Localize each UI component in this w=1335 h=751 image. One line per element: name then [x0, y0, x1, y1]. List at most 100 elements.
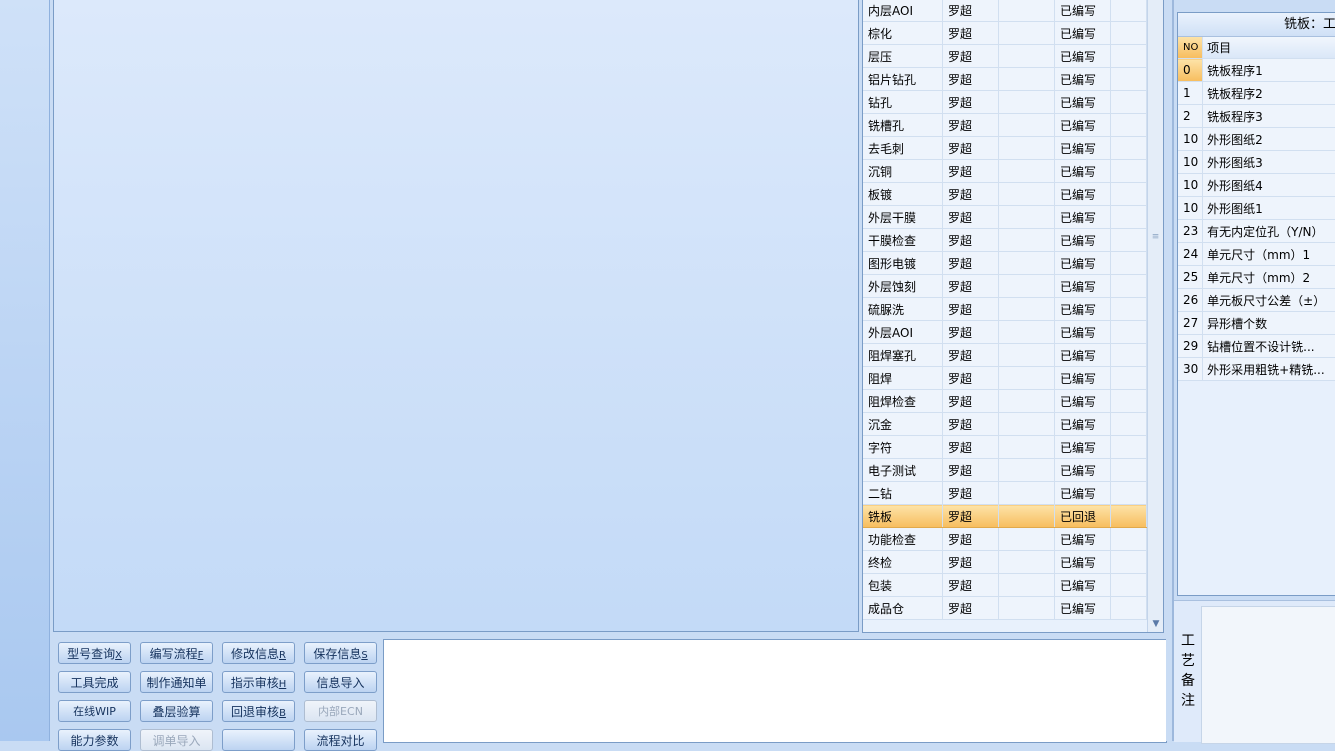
- process-step-cell[interactable]: 沉铜: [863, 159, 943, 183]
- capacity-param-button[interactable]: 能力参数: [58, 729, 131, 751]
- process-row[interactable]: 沉铜 罗超 已编写: [863, 159, 1147, 183]
- process-blank-cell[interactable]: [998, 44, 1055, 68]
- process-status-cell[interactable]: 已编写: [1054, 527, 1111, 551]
- process-blank-cell[interactable]: [998, 550, 1055, 574]
- mill-item-cell[interactable]: 钻槽位置不设计铣...: [1202, 334, 1335, 358]
- process-extra-cell[interactable]: [1110, 343, 1147, 367]
- process-row[interactable]: 干膜检查 罗超 已编写: [863, 228, 1147, 252]
- process-step-cell[interactable]: 图形电镀: [863, 251, 943, 275]
- process-row[interactable]: 外层AOI 罗超 已编写: [863, 320, 1147, 344]
- process-step-cell[interactable]: 阻焊: [863, 366, 943, 390]
- mill-row[interactable]: 26 单元板尺寸公差（±）: [1178, 288, 1335, 312]
- process-person-cell[interactable]: 罗超: [942, 573, 999, 597]
- process-extra-cell[interactable]: [1110, 527, 1147, 551]
- mill-item-cell[interactable]: 单元板尺寸公差（±）: [1202, 288, 1335, 312]
- edit-flow-button[interactable]: 编写流程F: [140, 642, 213, 664]
- process-row[interactable]: 板镀 罗超 已编写: [863, 182, 1147, 206]
- process-person-cell[interactable]: 罗超: [942, 113, 999, 137]
- process-step-cell[interactable]: 板镀: [863, 182, 943, 206]
- process-step-cell[interactable]: 去毛刺: [863, 136, 943, 160]
- process-extra-cell[interactable]: [1110, 159, 1147, 183]
- process-extra-cell[interactable]: [1110, 205, 1147, 229]
- process-blank-cell[interactable]: [998, 435, 1055, 459]
- process-person-cell[interactable]: 罗超: [942, 67, 999, 91]
- mill-no-cell[interactable]: 0: [1178, 58, 1204, 82]
- process-extra-cell[interactable]: [1110, 366, 1147, 390]
- process-person-cell[interactable]: 罗超: [942, 0, 999, 22]
- process-status-cell[interactable]: 已编写: [1054, 320, 1111, 344]
- mill-item-cell[interactable]: 单元尺寸（mm）2: [1202, 265, 1335, 289]
- process-person-cell[interactable]: 罗超: [942, 44, 999, 68]
- process-person-cell[interactable]: 罗超: [942, 21, 999, 45]
- process-blank-cell[interactable]: [998, 596, 1055, 620]
- process-extra-cell[interactable]: [1110, 274, 1147, 298]
- process-blank-cell[interactable]: [998, 159, 1055, 183]
- process-person-cell[interactable]: 罗超: [942, 251, 999, 275]
- mill-item-cell[interactable]: 外形图纸3: [1202, 150, 1335, 174]
- mill-no-cell[interactable]: 10: [1178, 173, 1204, 197]
- process-extra-cell[interactable]: [1110, 228, 1147, 252]
- process-status-cell[interactable]: 已编写: [1054, 251, 1111, 275]
- process-blank-cell[interactable]: [998, 90, 1055, 114]
- mill-item-cell[interactable]: 铣板程序3: [1202, 104, 1335, 128]
- process-step-cell[interactable]: 干膜检查: [863, 228, 943, 252]
- process-status-cell[interactable]: 已编写: [1054, 458, 1111, 482]
- mill-no-cell[interactable]: 23: [1178, 219, 1204, 243]
- process-blank-cell[interactable]: [998, 481, 1055, 505]
- internal-ecn-button[interactable]: 内部ECN: [304, 700, 377, 722]
- process-status-cell[interactable]: 已编写: [1054, 159, 1111, 183]
- header-no[interactable]: NO: [1178, 37, 1204, 59]
- process-status-cell[interactable]: 已编写: [1054, 228, 1111, 252]
- process-blank-cell[interactable]: [998, 274, 1055, 298]
- process-row[interactable]: 功能检查 罗超 已编写: [863, 527, 1147, 551]
- process-person-cell[interactable]: 罗超: [942, 205, 999, 229]
- remarks-input[interactable]: [1201, 606, 1335, 744]
- process-row[interactable]: 终检 罗超 已编写: [863, 550, 1147, 574]
- process-person-cell[interactable]: 罗超: [942, 550, 999, 574]
- mill-row[interactable]: 23 有无内定位孔（Y/N）: [1178, 219, 1335, 243]
- process-person-cell[interactable]: 罗超: [942, 504, 999, 528]
- process-status-cell[interactable]: 已编写: [1054, 435, 1111, 459]
- process-blank-cell[interactable]: [998, 297, 1055, 321]
- process-row[interactable]: 字符 罗超 已编写: [863, 435, 1147, 459]
- process-row[interactable]: 电子测试 罗超 已编写: [863, 458, 1147, 482]
- process-step-cell[interactable]: 功能检查: [863, 527, 943, 551]
- process-blank-cell[interactable]: [998, 458, 1055, 482]
- process-status-cell[interactable]: 已编写: [1054, 596, 1111, 620]
- process-extra-cell[interactable]: [1110, 412, 1147, 436]
- process-extra-cell[interactable]: [1110, 297, 1147, 321]
- mill-row[interactable]: 27 异形槽个数: [1178, 311, 1335, 335]
- process-row[interactable]: 铝片钻孔 罗超 已编写: [863, 67, 1147, 91]
- process-extra-cell[interactable]: [1110, 573, 1147, 597]
- mill-no-cell[interactable]: 2: [1178, 104, 1204, 128]
- mill-row[interactable]: 29 钻槽位置不设计铣...: [1178, 334, 1335, 358]
- process-person-cell[interactable]: 罗超: [942, 182, 999, 206]
- save-info-button[interactable]: 保存信息S: [304, 642, 377, 664]
- process-status-cell[interactable]: 已编写: [1054, 205, 1111, 229]
- process-blank-cell[interactable]: [998, 412, 1055, 436]
- process-step-cell[interactable]: 二钻: [863, 481, 943, 505]
- process-extra-cell[interactable]: [1110, 44, 1147, 68]
- process-step-cell[interactable]: 电子测试: [863, 458, 943, 482]
- process-scrollbar[interactable]: ≡ ▼: [1147, 0, 1163, 632]
- process-step-cell[interactable]: 钻孔: [863, 90, 943, 114]
- process-extra-cell[interactable]: [1110, 21, 1147, 45]
- process-person-cell[interactable]: 罗超: [942, 412, 999, 436]
- process-status-cell[interactable]: 已编写: [1054, 0, 1111, 22]
- process-blank-cell[interactable]: [998, 228, 1055, 252]
- process-blank-cell[interactable]: [998, 320, 1055, 344]
- mill-item-cell[interactable]: 铣板程序2: [1202, 81, 1335, 105]
- process-person-cell[interactable]: 罗超: [942, 458, 999, 482]
- process-blank-cell[interactable]: [998, 0, 1055, 22]
- process-step-cell[interactable]: 铣槽孔: [863, 113, 943, 137]
- process-status-cell[interactable]: 已编写: [1054, 113, 1111, 137]
- process-row[interactable]: 阻焊 罗超 已编写: [863, 366, 1147, 390]
- mill-no-cell[interactable]: 10: [1178, 196, 1204, 220]
- process-person-cell[interactable]: 罗超: [942, 389, 999, 413]
- mill-item-cell[interactable]: 外形图纸1: [1202, 196, 1335, 220]
- mill-row[interactable]: 24 单元尺寸（mm）1: [1178, 242, 1335, 266]
- mill-item-cell[interactable]: 铣板程序1: [1202, 58, 1335, 82]
- mill-no-cell[interactable]: 29: [1178, 334, 1204, 358]
- process-status-cell[interactable]: 已编写: [1054, 182, 1111, 206]
- mill-no-cell[interactable]: 10: [1178, 127, 1204, 151]
